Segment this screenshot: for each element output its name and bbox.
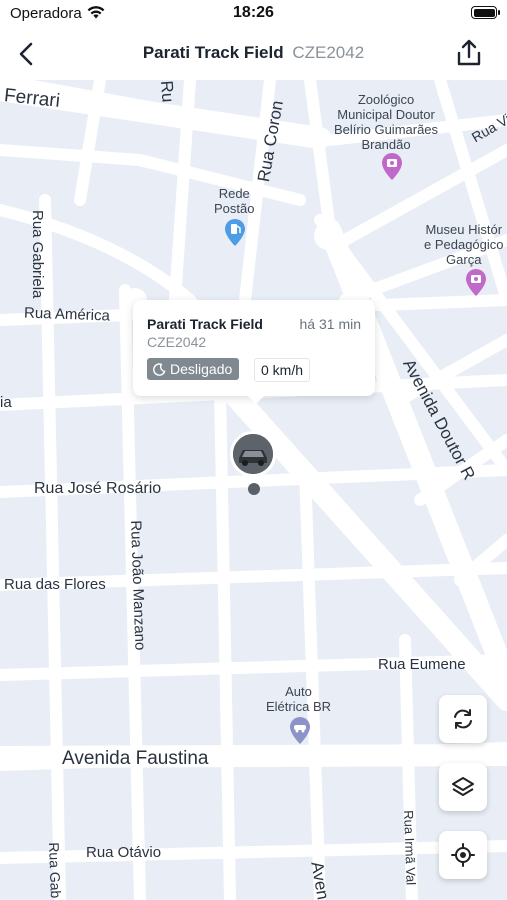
vehicle-position-dot bbox=[248, 483, 260, 495]
street-label-avenida-faustina: Avenida Faustina bbox=[62, 748, 209, 769]
poi-auto-eletrica-label: Auto Elétrica BR bbox=[266, 684, 332, 714]
street-label-rua-otavio: Rua Otávio bbox=[86, 844, 162, 861]
street-label-rua-eumene: Rua Eumene bbox=[378, 656, 466, 673]
street-label-rua-america: Rua América bbox=[23, 304, 111, 325]
street-label-rua-gab-bottom: Rua Gab bbox=[46, 842, 64, 899]
poi-fuel-pin-icon[interactable] bbox=[223, 218, 247, 248]
poi-zoo-pin-icon[interactable] bbox=[380, 152, 404, 182]
battery-icon bbox=[471, 6, 500, 19]
refresh-button[interactable] bbox=[439, 695, 487, 743]
layers-icon bbox=[452, 777, 474, 796]
street-label-rua-gabriela: Rua Gabriela bbox=[29, 210, 46, 299]
locate-icon bbox=[451, 843, 475, 867]
street-label-rua-das-flores: Rua das Flores bbox=[4, 576, 106, 593]
street-label-rua-irma-val: Rua Irmã Val bbox=[401, 810, 419, 886]
nav-bar: Parati Track Field CZE2042 bbox=[0, 28, 507, 80]
poi-zoo-label: Zoológico Municipal Doutor Belírio Guima… bbox=[334, 92, 439, 152]
ignition-status-badge: Desligado bbox=[147, 358, 240, 380]
vehicle-popup[interactable]: Parati Track Field há 31 min CZE2042 Des… bbox=[133, 300, 375, 404]
page-title: Parati Track Field CZE2042 bbox=[0, 43, 507, 63]
layers-button[interactable] bbox=[439, 763, 487, 811]
vehicle-marker[interactable] bbox=[230, 431, 276, 477]
street-label-ia: ia bbox=[0, 394, 12, 411]
poi-museu-pin-icon[interactable] bbox=[464, 268, 488, 298]
street-label-rua-r: Ru bbox=[157, 80, 178, 104]
street-label-rua-jose-rosario: Rua José Rosário bbox=[34, 480, 162, 497]
refresh-icon bbox=[454, 709, 472, 729]
poi-auto-pin-icon[interactable] bbox=[288, 716, 312, 746]
page-title-name: Parati Track Field bbox=[142, 43, 284, 62]
car-icon bbox=[233, 434, 273, 474]
locate-button[interactable] bbox=[439, 831, 487, 879]
share-icon bbox=[457, 39, 481, 66]
page-title-plate: CZE2042 bbox=[292, 43, 365, 62]
share-button[interactable] bbox=[453, 37, 485, 69]
vehicle-plate: CZE2042 bbox=[147, 334, 207, 350]
speed-badge: 0 km/h bbox=[254, 358, 311, 382]
status-bar: Operadora 18:26 bbox=[0, 0, 507, 28]
clock: 18:26 bbox=[233, 4, 274, 21]
vehicle-last-update: há 31 min bbox=[299, 316, 361, 332]
vehicle-name: Parati Track Field bbox=[147, 316, 263, 332]
poi-museu-label: Museu Histór e Pedagógico Garça bbox=[424, 222, 504, 267]
ignition-status-text: Desligado bbox=[170, 361, 233, 377]
poi-rede-postao-label: Rede Postão bbox=[214, 186, 255, 216]
moon-icon bbox=[153, 363, 166, 376]
